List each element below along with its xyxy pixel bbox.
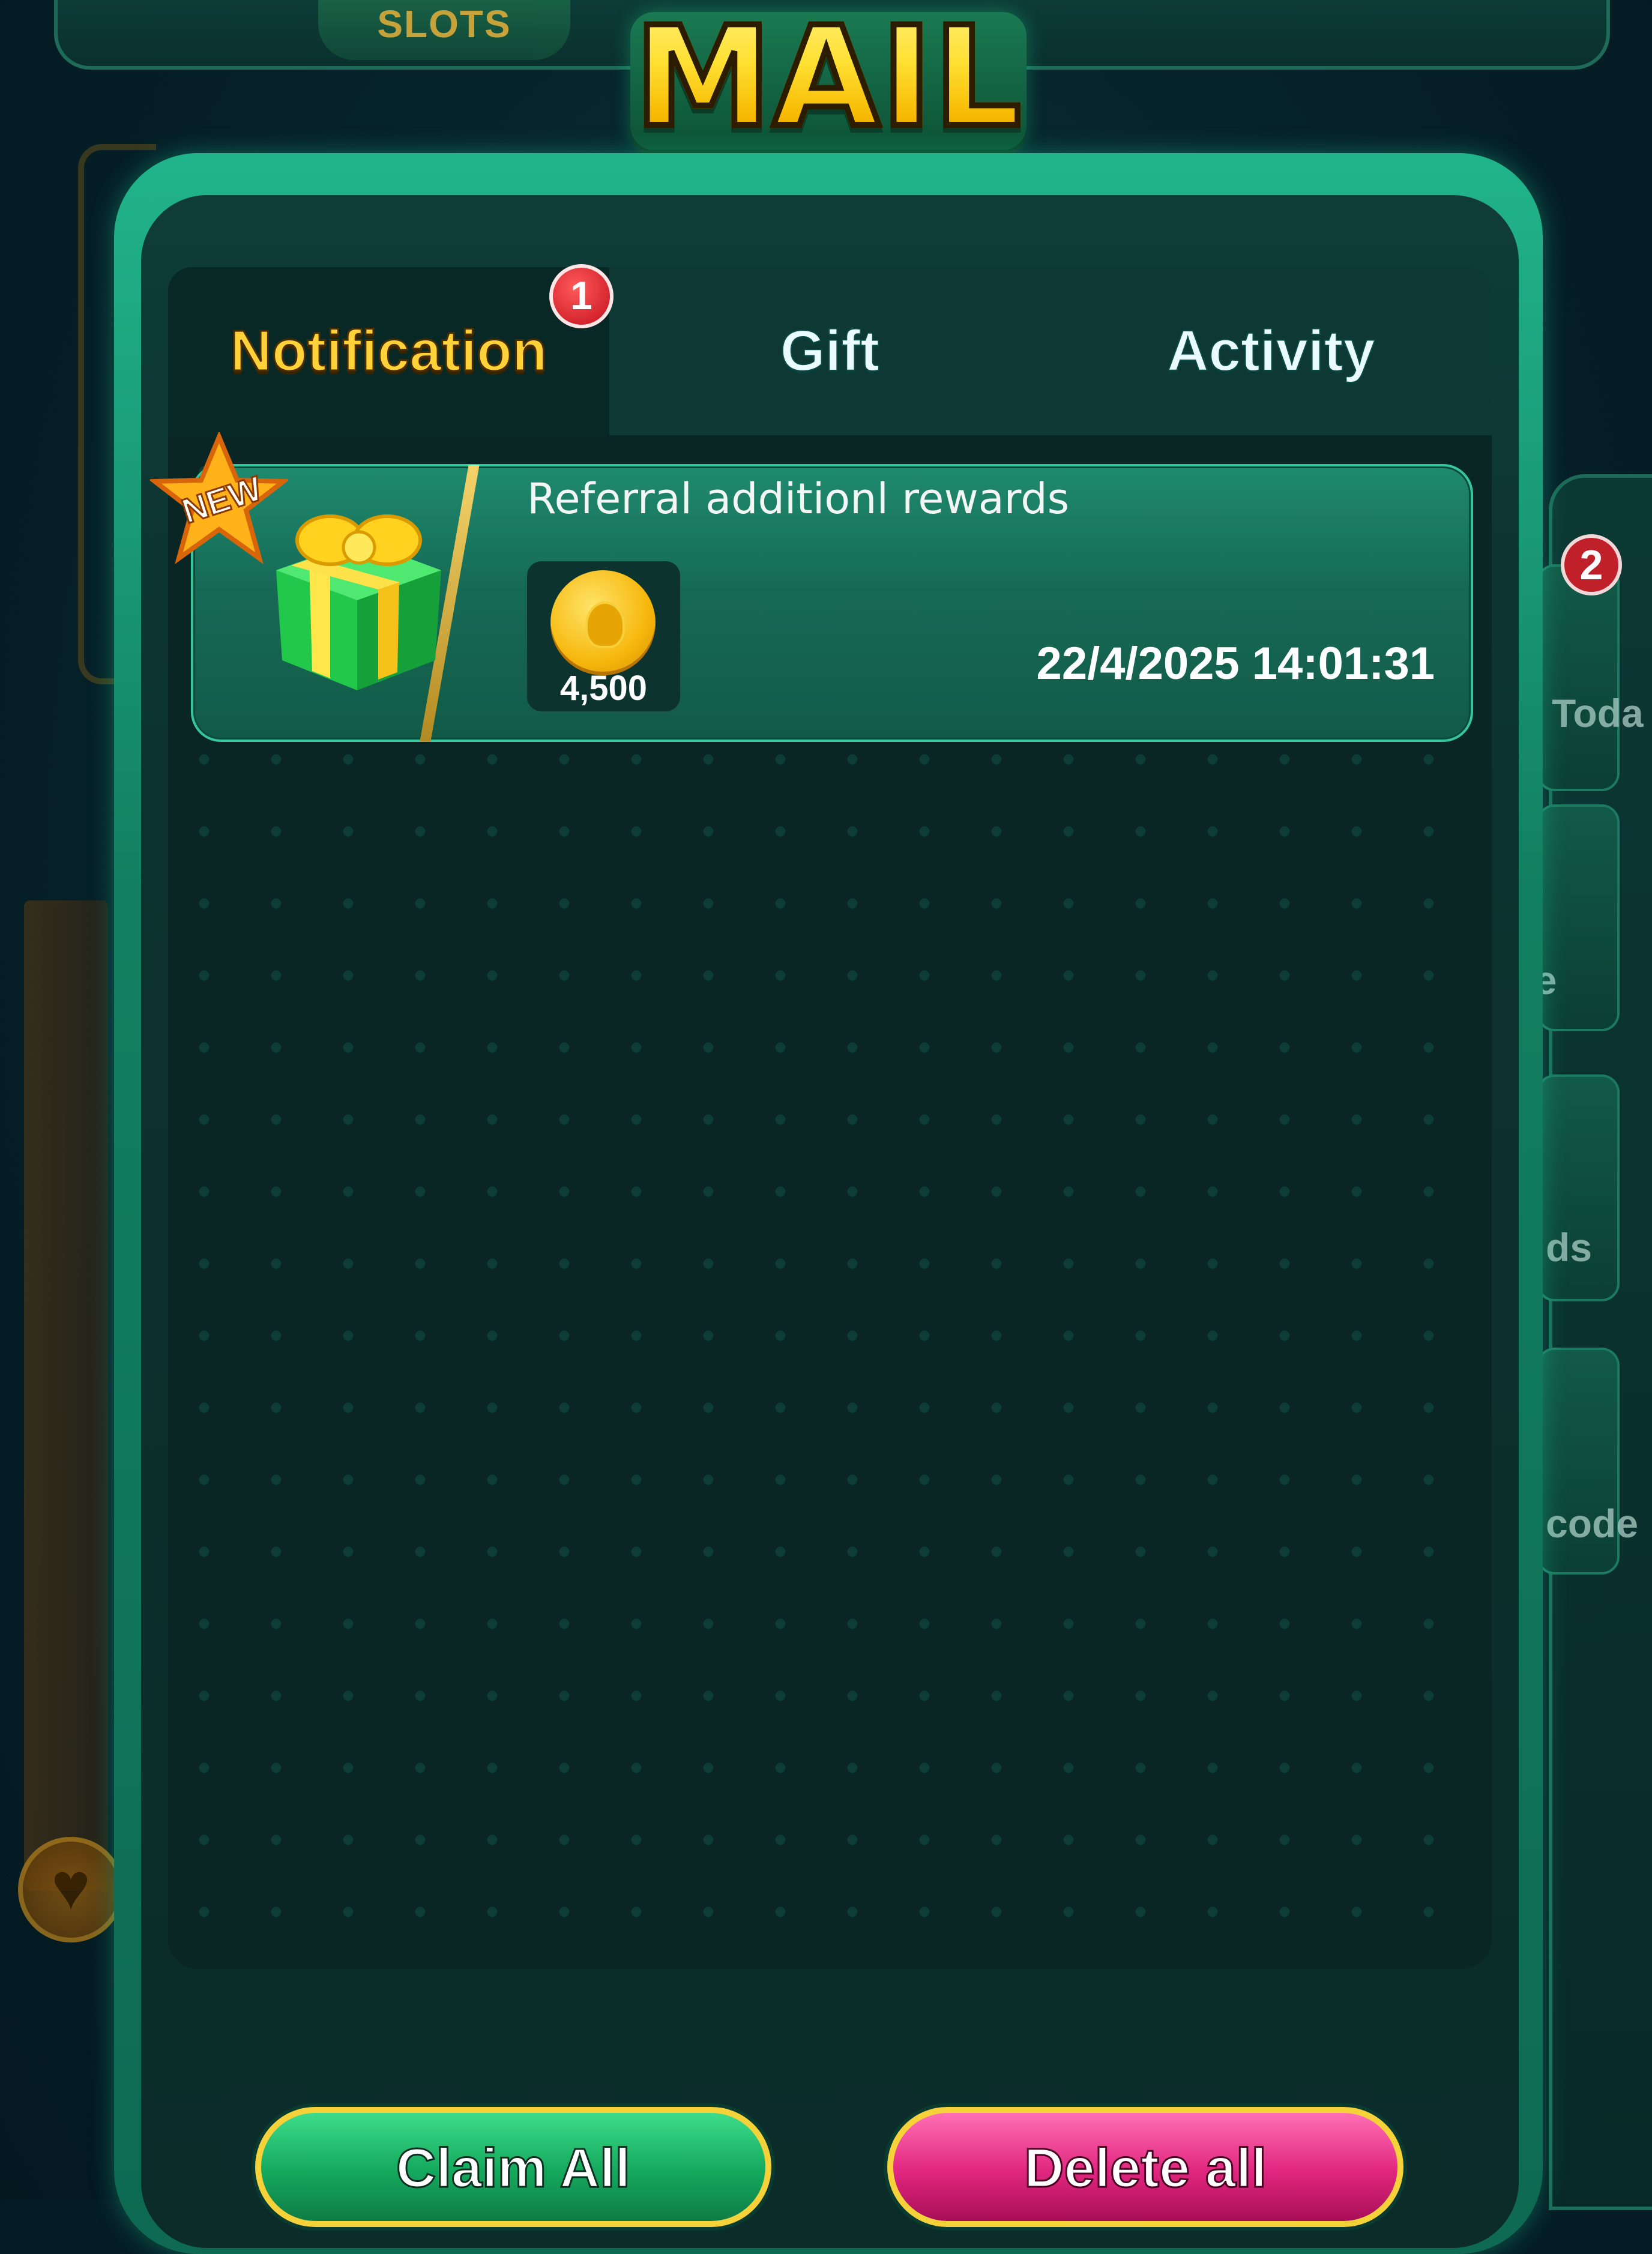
tab-activity[interactable]: Activity (1051, 267, 1492, 435)
tab-gift-label: Gift (780, 318, 880, 384)
delete-all-button[interactable]: Delete all (887, 2107, 1403, 2227)
delete-all-label: Delete all (1023, 2137, 1268, 2200)
page-title: MAIL (630, 0, 1026, 159)
mail-timestamp: 22/4/2025 14:01:31 (1036, 638, 1435, 689)
tab-gift[interactable]: Gift (609, 267, 1051, 435)
nav-slots-button[interactable]: SLOTS (318, 0, 570, 60)
side-label-today: Toda (1552, 691, 1644, 735)
claim-all-button[interactable]: Claim All (255, 2107, 771, 2227)
side-menu-badge: 2 (1561, 534, 1622, 595)
new-tag-star: NEW (150, 432, 288, 564)
side-label-code: code (1546, 1501, 1639, 1546)
claim-all-label: Claim All (395, 2137, 631, 2200)
reward-amount: 4,500 (559, 669, 648, 708)
notification-count-badge: 1 (549, 264, 613, 328)
tab-activity-label: Activity (1166, 318, 1376, 384)
heart-icon[interactable]: ♥ (18, 1837, 124, 1942)
tab-notification-label: Notification (229, 318, 548, 384)
mail-title: Referral additionl rewards (527, 474, 1070, 523)
tab-notification[interactable]: Notification (168, 267, 609, 435)
side-menu-today[interactable] (1537, 564, 1620, 791)
side-label-3: ds (1546, 1225, 1593, 1270)
background-decoration (24, 900, 108, 1891)
coin-icon (550, 570, 656, 675)
